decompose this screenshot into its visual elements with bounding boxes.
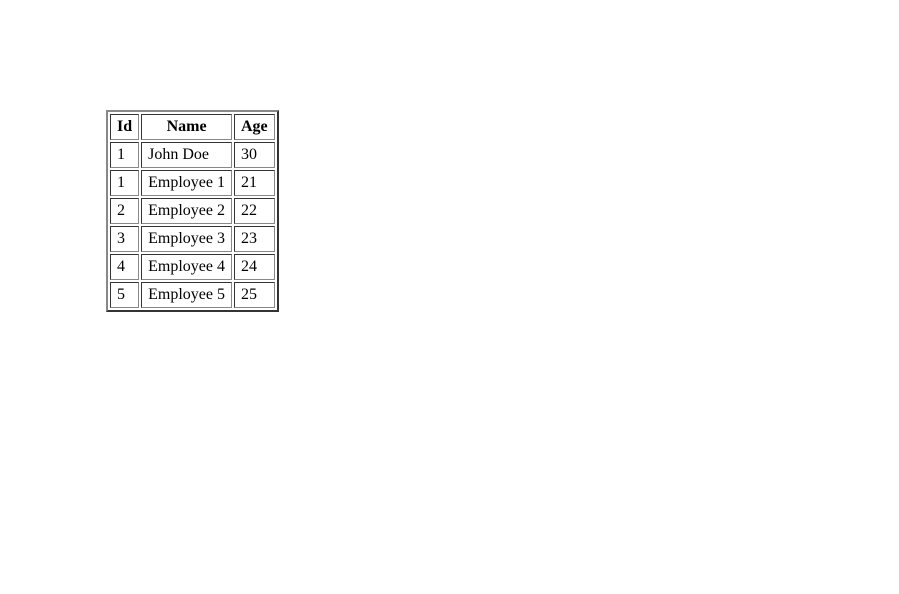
cell-name: Employee 3 — [141, 226, 232, 252]
table-row: 3 Employee 3 23 — [110, 226, 275, 252]
cell-age: 30 — [234, 142, 275, 168]
cell-id: 2 — [110, 198, 139, 224]
cell-id: 1 — [110, 170, 139, 196]
cell-name: Employee 5 — [141, 282, 232, 308]
cell-id: 1 — [110, 142, 139, 168]
table-row: 4 Employee 4 24 — [110, 254, 275, 280]
cell-name: Employee 2 — [141, 198, 232, 224]
header-name: Name — [141, 114, 232, 140]
cell-name: John Doe — [141, 142, 232, 168]
cell-age: 23 — [234, 226, 275, 252]
table-row: 1 Employee 1 21 — [110, 170, 275, 196]
header-age: Age — [234, 114, 275, 140]
table-header-row: Id Name Age — [110, 114, 275, 140]
cell-id: 3 — [110, 226, 139, 252]
cell-id: 4 — [110, 254, 139, 280]
table-row: 2 Employee 2 22 — [110, 198, 275, 224]
cell-age: 25 — [234, 282, 275, 308]
cell-age: 21 — [234, 170, 275, 196]
table-row: 1 John Doe 30 — [110, 142, 275, 168]
header-id: Id — [110, 114, 139, 140]
cell-name: Employee 4 — [141, 254, 232, 280]
cell-id: 5 — [110, 282, 139, 308]
employee-table: Id Name Age 1 John Doe 30 1 Employee 1 2… — [106, 110, 279, 312]
cell-name: Employee 1 — [141, 170, 232, 196]
cell-age: 24 — [234, 254, 275, 280]
cell-age: 22 — [234, 198, 275, 224]
table-row: 5 Employee 5 25 — [110, 282, 275, 308]
